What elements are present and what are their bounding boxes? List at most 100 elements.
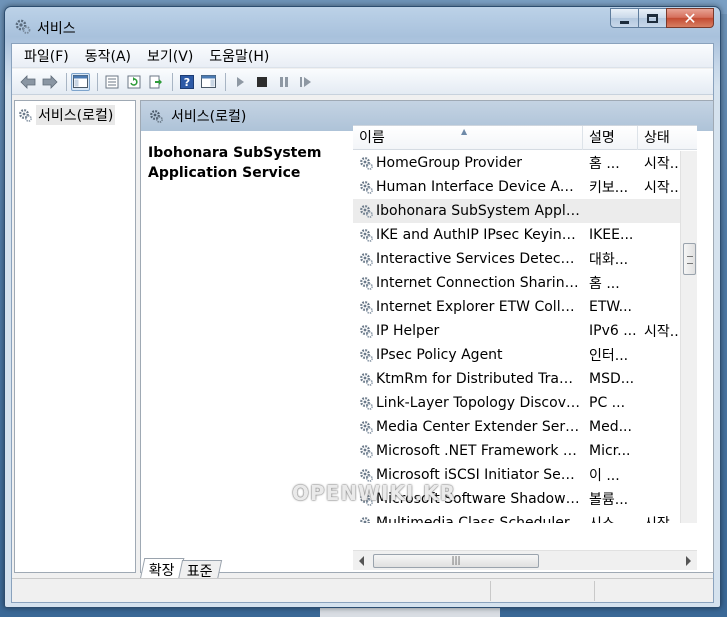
service-description-cell: 볼륨... xyxy=(589,492,629,508)
services-window: 서비스 ✕ 파일(F) 동작(A) 보기(V) 도움말(H) ? 서비스(로컬)… xyxy=(4,6,721,608)
table-row[interactable]: Multimedia Class Scheduler시스...시작... xyxy=(353,511,691,523)
table-row[interactable]: IPsec Policy Agent 인터... xyxy=(353,343,691,367)
column-header-status[interactable]: 상태 xyxy=(638,126,697,150)
pane-header-label: 서비스(로컬) xyxy=(171,109,247,125)
scroll-right-arrow-icon[interactable] xyxy=(686,556,691,566)
table-row[interactable]: IP Helper IPv6 ... 시작... xyxy=(353,319,691,343)
refresh-icon xyxy=(127,75,140,88)
export-list-button[interactable] xyxy=(146,73,165,91)
menu-action[interactable]: 동작(A) xyxy=(79,44,137,68)
service-name: Human Interface Device Acc... xyxy=(376,179,580,195)
column-header-description[interactable]: 설명 xyxy=(583,126,638,150)
table-row[interactable]: Human Interface Device Acc... 키보... 시작... xyxy=(353,175,691,199)
service-name: Microsoft .NET Framework N... xyxy=(376,443,580,459)
minimize-icon xyxy=(620,20,629,24)
service-description-cell: Med... xyxy=(589,419,632,435)
close-button[interactable]: ✕ xyxy=(666,8,714,28)
service-name-cell: Internet Explorer ETW Collec... xyxy=(353,299,583,315)
service-description-cell: ETW... xyxy=(589,299,632,315)
client-area: 파일(F) 동작(A) 보기(V) 도움말(H) ? 서비스(로컬) 서비스(로… xyxy=(11,43,714,603)
service-name: IKE and AuthIP IPsec Keying... xyxy=(376,227,580,243)
table-row[interactable]: Internet Connection Sharing... 홈 ... xyxy=(353,271,691,295)
service-name: Internet Explorer ETW Collec... xyxy=(376,299,580,315)
service-name-cell: Microsoft .NET Framework N... xyxy=(353,443,583,459)
service-name-cell: Multimedia Class Scheduler xyxy=(353,515,583,523)
service-description-cell: 인터... xyxy=(589,348,629,364)
service-name: IPsec Policy Agent xyxy=(376,347,503,363)
restart-service-button[interactable] xyxy=(296,73,315,91)
gear-icon xyxy=(360,277,373,290)
table-row[interactable]: Link-Layer Topology Discove... PC ... xyxy=(353,391,691,415)
status-separator xyxy=(594,581,595,601)
gear-icon xyxy=(360,253,373,266)
title-bar[interactable]: 서비스 ✕ xyxy=(5,7,720,41)
service-description-cell: PC ... xyxy=(589,395,626,411)
properties-button[interactable] xyxy=(102,73,121,91)
menu-file[interactable]: 파일(F) xyxy=(18,44,75,68)
service-name-cell: Media Center Extender Servi... xyxy=(353,419,583,435)
show-hide-console-tree-button[interactable] xyxy=(71,72,90,91)
service-name: IP Helper xyxy=(376,323,440,339)
service-description-cell: Micr... xyxy=(589,443,631,459)
stop-service-button[interactable] xyxy=(252,73,271,91)
toolbar-separator xyxy=(66,72,67,91)
caption-buttons: ✕ xyxy=(610,8,714,30)
back-arrow-icon xyxy=(19,74,35,89)
sort-ascending-icon: ▲ xyxy=(461,127,468,136)
gear-icon xyxy=(19,109,32,122)
menu-view[interactable]: 보기(V) xyxy=(141,44,199,68)
gear-icon xyxy=(360,157,373,170)
menu-help[interactable]: 도움말(H) xyxy=(203,44,275,68)
minimize-button[interactable] xyxy=(610,8,638,28)
vertical-scroll-thumb[interactable] xyxy=(683,243,696,275)
back-button[interactable] xyxy=(18,73,37,91)
scroll-left-arrow-icon[interactable] xyxy=(359,556,364,566)
table-row[interactable]: Ibohonara SubSystem Appli... xyxy=(353,199,691,223)
maximize-button[interactable] xyxy=(638,8,666,28)
restart-icon xyxy=(299,76,311,87)
table-row[interactable]: KtmRm for Distributed Trans... MSD... xyxy=(353,367,691,391)
help-button[interactable]: ? xyxy=(177,73,196,91)
table-row[interactable]: IKE and AuthIP IPsec Keying... IKEE... xyxy=(353,223,691,247)
tab-standard[interactable]: 표준 xyxy=(177,560,222,580)
tab-label: 확장 xyxy=(148,562,175,579)
service-name-cell: Interactive Services Detection xyxy=(353,251,583,267)
start-service-button[interactable] xyxy=(230,73,249,91)
horizontal-scroll-thumb[interactable]: ||| xyxy=(373,554,539,568)
service-name-cell: IP Helper xyxy=(353,323,583,339)
horizontal-scrollbar[interactable]: ||| xyxy=(353,550,697,570)
vertical-scrollbar[interactable] xyxy=(680,151,697,523)
properties-icon xyxy=(105,75,118,88)
service-name: KtmRm for Distributed Trans... xyxy=(376,371,580,387)
service-name-cell: Internet Connection Sharing... xyxy=(353,275,583,291)
column-headers: ▲ 이름 설명 상태 xyxy=(353,126,697,150)
service-name-cell: Ibohonara SubSystem Appli... xyxy=(353,203,583,219)
toolbar-separator xyxy=(225,72,226,91)
pause-service-button[interactable] xyxy=(274,73,293,91)
table-row[interactable]: Interactive Services Detection 대화... xyxy=(353,247,691,271)
table-row[interactable]: Internet Explorer ETW Collec... ETW... xyxy=(353,295,691,319)
svg-text:?: ? xyxy=(183,76,189,89)
table-row[interactable]: Media Center Extender Servi... Med... xyxy=(353,415,691,439)
tree-item-services-local[interactable]: 서비스(로컬) xyxy=(18,105,116,125)
service-name-cell: KtmRm for Distributed Trans... xyxy=(353,371,583,387)
action-pane-button[interactable] xyxy=(199,73,218,91)
status-bar xyxy=(12,578,713,602)
service-name-cell: IKE and AuthIP IPsec Keying... xyxy=(353,227,583,243)
service-name: HomeGroup Provider xyxy=(376,155,523,171)
gear-icon xyxy=(360,181,373,194)
status-separator xyxy=(490,581,491,601)
maximize-icon xyxy=(647,13,658,23)
service-name: Multimedia Class Scheduler xyxy=(376,515,570,523)
refresh-button[interactable] xyxy=(124,73,143,91)
service-name-cell: Link-Layer Topology Discove... xyxy=(353,395,583,411)
table-row[interactable]: HomeGroup Provider 홈 ... 시작... xyxy=(353,151,691,175)
close-icon: ✕ xyxy=(683,8,697,28)
forward-button[interactable] xyxy=(40,73,59,91)
toolbar-separator xyxy=(97,72,98,91)
table-row[interactable]: Microsoft .NET Framework N... Micr... xyxy=(353,439,691,463)
service-description-cell: 대화... xyxy=(589,252,629,268)
gear-icon xyxy=(360,373,373,386)
service-description-cell: IPv6 ... xyxy=(589,323,637,339)
column-header-name[interactable]: ▲ 이름 xyxy=(353,126,583,150)
